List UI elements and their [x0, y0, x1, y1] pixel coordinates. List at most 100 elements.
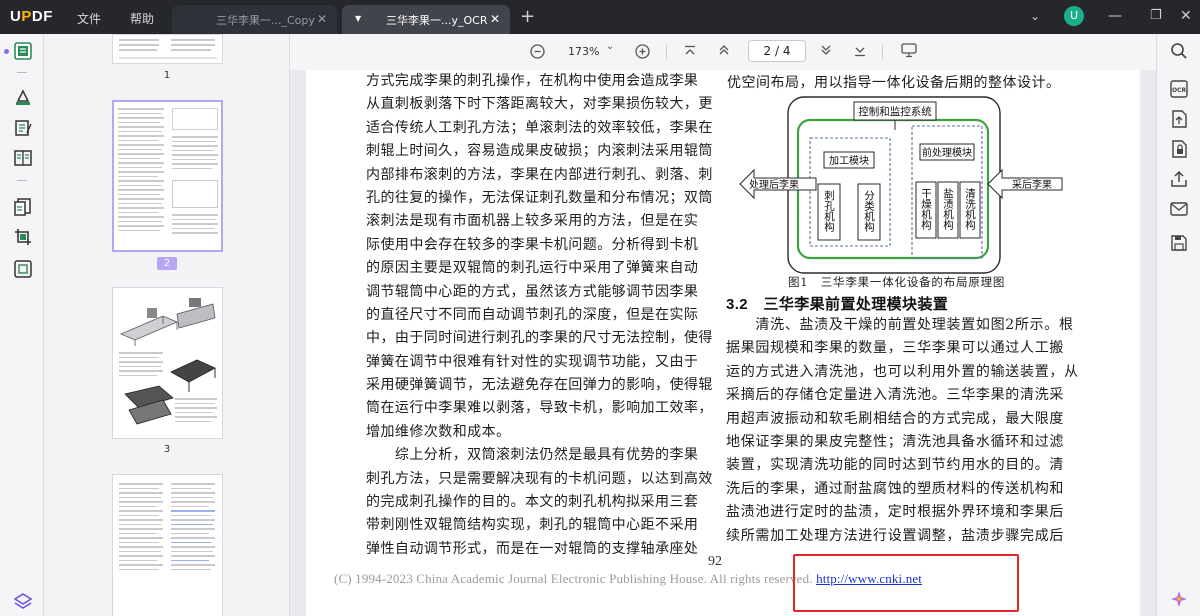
organize-pages-icon[interactable]	[14, 198, 32, 216]
text-line: 内部排布滚刺的方法，李果在内部进行刺孔、剥落、刺	[366, 166, 713, 183]
thumbnail-page-3[interactable]	[112, 287, 223, 439]
text-line: 弹簧在调节中很难有针对性的实现调节功能，又由于	[366, 353, 699, 370]
thumbnail-panel[interactable]: 1 2 3	[44, 34, 290, 616]
tab-menu-icon[interactable]: ▼	[355, 14, 361, 23]
zoom-out-icon[interactable]	[530, 44, 545, 59]
thumb-figure	[172, 180, 218, 208]
zoom-dropdown-icon[interactable]: ⌄	[606, 41, 614, 52]
minimize-icon[interactable]: —	[1108, 8, 1122, 24]
thumb-figure	[172, 108, 218, 130]
reader-icon[interactable]	[14, 42, 32, 60]
text-line: 用超声波振动和软毛刷相结合的方式完成，最大限度	[726, 410, 1065, 427]
text-line: 装置，实现清洗功能的同时达到节约用水的目的。清	[726, 457, 1065, 474]
right-column: 清洗、盐渍及干燥的前置处理装置如图2所示。根 据果园规模和李果的数量，三华李果可…	[726, 314, 1079, 548]
share-icon[interactable]	[1170, 170, 1188, 188]
next-page-icon[interactable]	[820, 44, 832, 56]
thumb-text-left	[119, 483, 165, 573]
email-icon[interactable]	[1170, 200, 1188, 218]
thumbnail-label: 2	[157, 257, 177, 270]
convert-icon[interactable]	[1170, 110, 1188, 128]
thumb-text-right	[175, 398, 219, 425]
layers-icon[interactable]	[14, 592, 32, 610]
thumb-text-right	[171, 483, 217, 573]
previous-page-icon[interactable]	[718, 44, 730, 56]
compress-icon[interactable]	[14, 260, 32, 278]
svg-text:OCR: OCR	[1172, 87, 1187, 94]
text-line: 采用硬弹簧调节，无法避免存在回弹力的影响，使得辊	[366, 377, 713, 394]
copyright-text: (C) 1994-2023 China Academic Journal Ele…	[334, 571, 813, 586]
divider	[666, 45, 667, 59]
text-line: 刺孔方法，只是需要解决现有的卡机问题，以达到高效	[366, 470, 713, 487]
control-system-label: 控制和监控系统	[858, 105, 932, 118]
crop-icon[interactable]	[14, 228, 32, 246]
text-line: 滚刺法是现有市面机器上较多采用的方法，但是在实	[366, 213, 699, 230]
thumb-machine-illustration	[119, 298, 216, 346]
form-icon[interactable]	[14, 149, 32, 167]
text-line: 综上分析，双筒滚刺法仍然是最具有优势的李果	[366, 447, 699, 464]
restore-icon[interactable]: ❐	[1150, 8, 1162, 23]
thumb-text-left	[119, 352, 165, 379]
highlighter-icon[interactable]	[14, 88, 32, 106]
text-line: 续所需加工处理方法进行设置调整，盐渍步骤完成后	[726, 527, 1065, 544]
avatar[interactable]: U	[1064, 6, 1084, 26]
layout-diagram: 控制和监控系统 加工模块 前处理模块 刺孔机构 分类机构 干燥机构 盐渍机构 清…	[739, 96, 1063, 274]
page-number-input[interactable]: 2 / 4	[748, 40, 806, 62]
tab-ocr[interactable]: ▼ 三华李果一...y_OCR ✕	[342, 5, 510, 34]
divider	[17, 72, 27, 73]
close-icon[interactable]: ✕	[317, 12, 327, 26]
thumbnail-page-2[interactable]	[112, 100, 223, 252]
thumb-text-right	[172, 214, 220, 237]
zoom-in-icon[interactable]	[635, 44, 650, 59]
zoom-level[interactable]: 173%	[568, 45, 599, 58]
dry-mechanism-label: 干燥机构	[920, 188, 932, 231]
save-icon[interactable]	[1170, 234, 1188, 252]
new-tab-plus-icon[interactable]: +	[520, 6, 535, 27]
edit-text-icon[interactable]	[14, 119, 32, 137]
tab-label: 三华李果一...y_OCR	[386, 13, 488, 27]
text-line: 清洗、盐渍及干燥的前置处理装置如图2所示。根	[726, 317, 1074, 333]
left-column: 方式完成李果的刺孔操作，在机构中使用会造成李果 从直刺板剥落下时下落距离较大，对…	[366, 70, 713, 561]
divider	[17, 180, 27, 181]
text-line: 弹性自动调节形式，而是在一对辊筒的支撑轴承座处	[366, 540, 699, 557]
thumb-machine-illustration	[124, 385, 174, 425]
document-toolbar: 173% ⌄ 2 / 4	[290, 34, 1156, 70]
ocr-icon[interactable]: OCR	[1170, 80, 1188, 98]
divider	[882, 45, 883, 59]
left-toolbar	[0, 34, 44, 616]
app-logo[interactable]: UPDF	[10, 8, 53, 25]
thumbnail-page-1[interactable]	[112, 34, 223, 64]
text-line: 从直刺板剥落下时下落距离较大，对李果损伤较大，更	[366, 96, 713, 113]
pre-module-label: 前处理模块	[922, 146, 972, 159]
ai-assistant-icon[interactable]	[1170, 590, 1188, 608]
presentation-icon[interactable]	[901, 43, 917, 58]
first-page-icon[interactable]	[684, 45, 696, 57]
search-icon[interactable]	[1170, 42, 1188, 60]
last-page-icon[interactable]	[854, 45, 866, 57]
chevron-down-icon[interactable]: ⌄	[1030, 9, 1040, 23]
annotation-rectangle[interactable]	[793, 554, 1019, 612]
section-heading: 3.2 三华李果前置处理模块装置	[726, 296, 949, 313]
pdf-page[interactable]: 方式完成李果的刺孔操作，在机构中使用会造成李果 从直刺板剥落下时下落距离较大，对…	[306, 70, 1140, 616]
menu-file[interactable]: 文件	[77, 10, 101, 27]
text-line: 调节辊筒中心距的方式，虽然该方式能够调节因李果	[366, 283, 699, 300]
close-icon[interactable]: ✕	[490, 12, 500, 26]
menu-help[interactable]: 帮助	[130, 10, 154, 27]
thumb-text-right	[172, 136, 220, 172]
text-line: 增加维修次数和成本。	[366, 423, 511, 440]
wash-mechanism-label: 清洗机构	[964, 187, 976, 231]
document-canvas[interactable]: 方式完成李果的刺孔操作，在机构中使用会造成李果 从直刺板剥落下时下落距离较大，对…	[290, 70, 1156, 616]
page-number: 92	[708, 554, 722, 569]
tab-copy[interactable]: 三华李果一..._Copy ✕	[172, 5, 337, 34]
text-line: 适合传统人工刺孔方法；单滚刺法的效率较低，李果在	[366, 119, 713, 136]
output-label: 处理后李果	[749, 178, 799, 191]
title-bar: UPDF 文件 帮助 三华李果一..._Copy ✕ ▼ 三华李果一...y_O…	[0, 0, 1200, 34]
active-indicator	[4, 49, 9, 54]
sort-mechanism-label: 分类机构	[863, 190, 875, 233]
text-line: 采摘后的存储仓定量进入清洗池。三华李果的清洗采	[726, 387, 1065, 404]
thumbnail-page-4[interactable]	[112, 474, 223, 616]
text-line: 运的方式进入清洗池，也可以利用外置的输送装置，从	[726, 363, 1079, 380]
close-window-icon[interactable]: ✕	[1180, 8, 1192, 24]
text-line: 优空间布局，用以指导一体化设备后期的整体设计。	[727, 75, 1061, 91]
protect-icon[interactable]	[1170, 140, 1188, 158]
text-line: 中，由于同时间进行刺孔的李果的尺寸无法控制，使得	[366, 330, 713, 347]
